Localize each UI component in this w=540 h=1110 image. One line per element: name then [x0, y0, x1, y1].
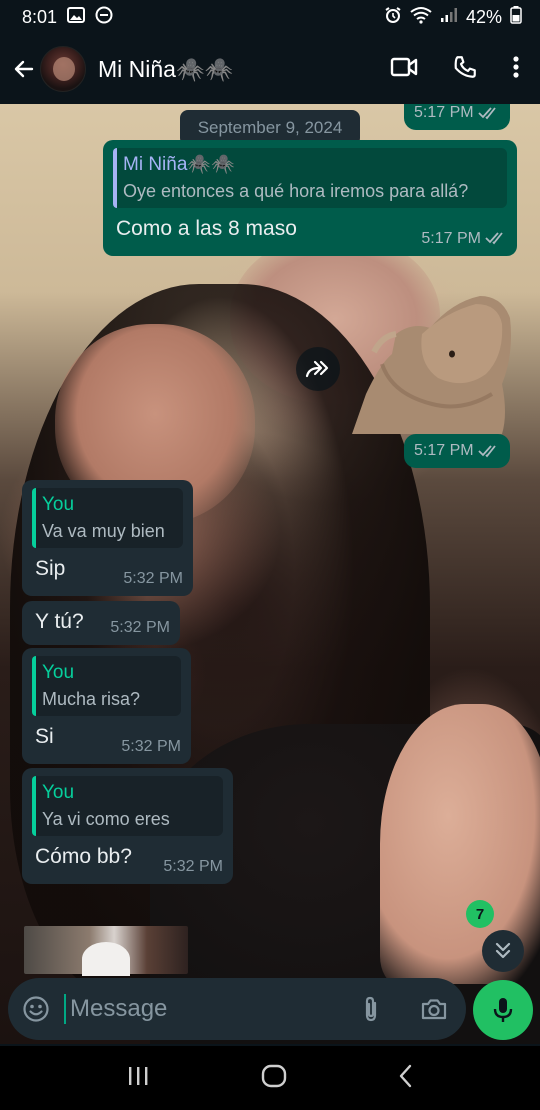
- message-bubble-incoming[interactable]: Y tú? 5:32 PM: [22, 601, 180, 645]
- quoted-reply[interactable]: You Mucha risa?: [32, 656, 181, 717]
- recents-icon: [128, 1066, 148, 1085]
- quote-text: Oye entonces a qué hora iremos para allá…: [123, 180, 469, 201]
- home-button[interactable]: [261, 1064, 287, 1093]
- quote-text: Ya vi como eres: [42, 808, 170, 829]
- media-thumbnail[interactable]: [24, 926, 188, 976]
- chevron-left-icon: [400, 1064, 412, 1087]
- emoji-button[interactable]: [22, 995, 50, 1023]
- system-back-button[interactable]: [398, 1064, 414, 1093]
- contact-name[interactable]: Mi Niña🕷️🕷️: [98, 56, 233, 83]
- status-bar: 8:01 42%: [0, 0, 540, 34]
- alarm-icon: [384, 6, 402, 29]
- quote-author: You: [42, 494, 75, 515]
- home-icon: [261, 1064, 287, 1087]
- signal-icon: [440, 7, 458, 28]
- quoted-reply[interactable]: Mi Niña🕷️🕷️ Oye entonces a qué hora irem…: [113, 148, 507, 209]
- sticker-message[interactable]: [352, 294, 514, 434]
- message-time: 5:17 PM: [404, 434, 510, 468]
- battery-percent: 42%: [465, 6, 502, 27]
- quote-author: You: [42, 782, 75, 803]
- bunny-sticker-icon: [352, 296, 511, 434]
- message-time: 5:32 PM: [121, 737, 181, 755]
- camera-icon: [421, 999, 447, 1020]
- attach-button[interactable]: [362, 995, 380, 1023]
- double-check-icon: [477, 445, 496, 458]
- quote-author: Mi Niña🕷️🕷️: [123, 154, 235, 175]
- message-composer: Message: [8, 978, 466, 1040]
- camera-button[interactable]: [420, 997, 448, 1021]
- microphone-icon: [493, 998, 513, 1022]
- chevrons-down-icon: [495, 942, 511, 959]
- chat-area[interactable]: 5:17 PM September 9, 2024 Mi Niña🕷️🕷️ Oy…: [0, 104, 540, 1044]
- quote-author: You: [42, 662, 75, 683]
- chat-header: Mi Niña🕷️🕷️: [0, 34, 540, 104]
- message-bubble-incoming[interactable]: You Va va muy bien Sip 5:32 PM: [22, 480, 193, 596]
- paperclip-icon: [365, 996, 377, 1022]
- do-not-disturb-icon: [95, 6, 113, 29]
- kebab-menu-icon: [513, 55, 519, 78]
- message-bubble-incoming[interactable]: You Ya vi como eres Cómo bb? 5:32 PM: [22, 768, 233, 884]
- message-time: 5:32 PM: [163, 857, 223, 875]
- message-bubble-incoming[interactable]: You Mucha risa? Si 5:32 PM: [22, 648, 191, 764]
- message-time: 5:32 PM: [110, 618, 170, 636]
- quote-text: Va va muy bien: [42, 520, 165, 541]
- forward-icon: [305, 360, 329, 378]
- video-call-button[interactable]: [390, 56, 418, 83]
- back-button[interactable]: [10, 55, 38, 83]
- avatar[interactable]: [40, 46, 86, 92]
- message-time: 5:17 PM: [421, 229, 507, 248]
- wifi-icon: [410, 6, 432, 29]
- scroll-to-bottom-button[interactable]: [482, 930, 524, 972]
- message-bubble-outgoing[interactable]: Mi Niña🕷️🕷️ Oye entonces a qué hora irem…: [103, 140, 517, 256]
- voice-message-button[interactable]: [473, 980, 533, 1040]
- smiley-icon: [23, 996, 49, 1022]
- double-check-icon: [485, 232, 503, 245]
- quoted-reply[interactable]: You Va va muy bien: [32, 488, 183, 549]
- video-camera-icon: [390, 57, 418, 76]
- message-time: 5:32 PM: [123, 569, 183, 587]
- menu-button[interactable]: [512, 55, 520, 84]
- message-time: 5:17 PM: [404, 104, 510, 130]
- gallery-notification-icon: [67, 6, 86, 28]
- message-input[interactable]: Message: [70, 995, 167, 1023]
- voice-call-button[interactable]: [452, 54, 478, 85]
- quote-text: Mucha risa?: [42, 688, 141, 709]
- recent-apps-button[interactable]: [126, 1065, 150, 1092]
- battery-icon: [510, 5, 522, 29]
- quoted-reply[interactable]: You Ya vi como eres: [32, 776, 223, 837]
- double-check-icon: [477, 107, 496, 120]
- system-nav-bar: [0, 1046, 540, 1110]
- phone-icon: [454, 55, 476, 78]
- forward-button[interactable]: [296, 347, 340, 391]
- status-time: 8:01: [22, 6, 58, 27]
- arrow-left-icon: [14, 60, 34, 78]
- unread-count-badge: 7: [466, 900, 494, 928]
